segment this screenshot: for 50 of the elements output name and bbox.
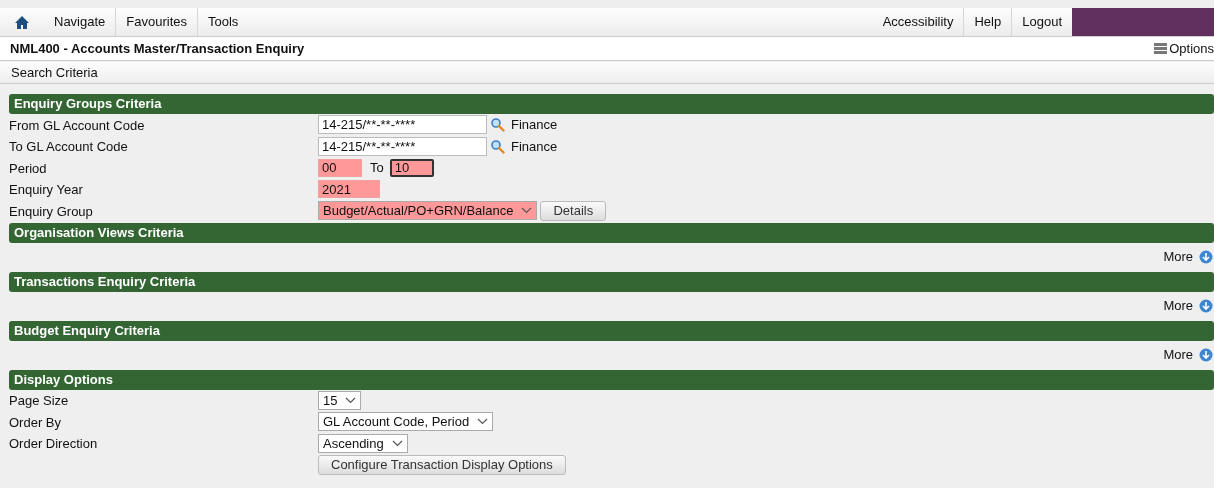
search-icon[interactable] bbox=[490, 138, 505, 154]
more-link[interactable]: More bbox=[1163, 295, 1213, 316]
more-link[interactable]: More bbox=[1163, 246, 1213, 267]
options-button[interactable]: Options bbox=[1154, 38, 1214, 59]
chevron-down-icon bbox=[391, 439, 403, 447]
field-label: Period bbox=[9, 160, 47, 176]
field-label: Enquiry Year bbox=[9, 182, 83, 198]
menu-item[interactable]: Tools bbox=[198, 8, 249, 36]
dropdown[interactable]: Ascending bbox=[318, 433, 408, 453]
field-label: Order By bbox=[9, 414, 61, 430]
field-label: Enquiry Group bbox=[9, 203, 93, 219]
section-header[interactable]: Display Options bbox=[9, 369, 1214, 390]
home-icon[interactable] bbox=[14, 14, 30, 30]
menu-item[interactable]: Navigate bbox=[44, 8, 117, 36]
action-button[interactable]: Details bbox=[540, 200, 607, 221]
chevron-down-icon bbox=[477, 418, 489, 426]
dropdown[interactable]: GL Account Code, Period bbox=[318, 412, 494, 432]
page-title: NML400 - Accounts Master/Transaction Enquiry bbox=[10, 39, 305, 58]
text-field[interactable]: 00 bbox=[318, 158, 362, 177]
dropdown[interactable]: 15 bbox=[318, 390, 362, 410]
more-link[interactable]: More bbox=[1163, 344, 1213, 365]
breadcrumb: Search Criteria bbox=[11, 63, 98, 82]
menu-item[interactable]: Logout bbox=[1012, 8, 1072, 36]
field-label: Order Direction bbox=[9, 436, 98, 452]
arrow-down-circle-icon bbox=[1199, 298, 1213, 313]
section-header[interactable]: Transactions Enquiry Criteria bbox=[9, 271, 1214, 292]
arrow-down-circle-icon bbox=[1199, 347, 1213, 362]
section-header[interactable]: Enquiry Groups Criteria bbox=[9, 94, 1214, 114]
section-header[interactable]: Budget Enquiry Criteria bbox=[9, 320, 1214, 341]
lookup-description: Finance bbox=[511, 139, 558, 153]
menu-item[interactable]: Favourites bbox=[116, 8, 198, 36]
section-header[interactable]: Organisation Views Criteria bbox=[9, 222, 1214, 243]
arrow-down-circle-icon bbox=[1199, 249, 1213, 264]
menu-icon bbox=[1154, 42, 1168, 55]
field-label: Page Size bbox=[9, 393, 69, 409]
range-separator: To bbox=[370, 161, 384, 175]
field-label: To GL Account Code bbox=[9, 139, 128, 155]
dropdown[interactable]: Budget/Actual/PO+GRN/Balance bbox=[318, 201, 538, 221]
menu-item[interactable]: Accessibility bbox=[872, 8, 965, 36]
text-field[interactable]: 14-215/**-**-**** bbox=[318, 136, 487, 156]
chevron-down-icon bbox=[521, 207, 533, 215]
text-field[interactable]: 10 bbox=[389, 158, 434, 177]
action-button[interactable]: Configure Transaction Display Options bbox=[318, 454, 566, 475]
search-icon[interactable] bbox=[490, 117, 505, 133]
field-label: From GL Account Code bbox=[9, 117, 145, 133]
chevron-down-icon bbox=[345, 396, 357, 404]
menu-item[interactable]: Help bbox=[964, 8, 1013, 36]
text-field[interactable]: 14-215/**-**-**** bbox=[318, 115, 487, 135]
text-field[interactable]: 2021 bbox=[318, 180, 380, 199]
lookup-description: Finance bbox=[511, 118, 558, 132]
